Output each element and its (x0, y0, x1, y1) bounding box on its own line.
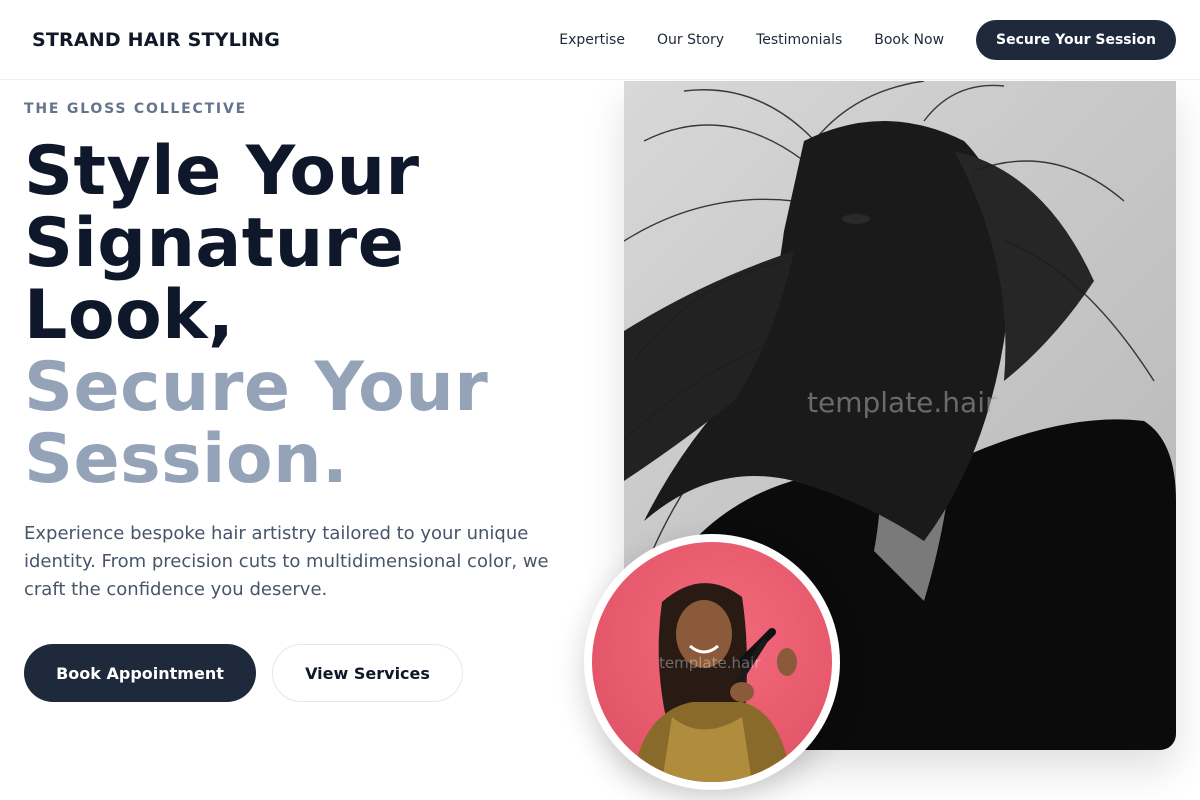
headline-line: Look, (24, 276, 235, 355)
nav-book-now[interactable]: Book Now (874, 32, 944, 48)
brand-logo[interactable]: STRAND HAIR STYLING (32, 29, 280, 51)
headline-line-accent: Session. (24, 420, 349, 499)
site-header: STRAND HAIR STYLING Expertise Our Story … (0, 0, 1200, 80)
nav-expertise[interactable]: Expertise (559, 32, 625, 48)
headline-line-accent: Secure Your (24, 348, 489, 427)
inset-watermark: template.hair (659, 654, 761, 672)
hero-description: Experience bespoke hair artistry tailore… (24, 523, 549, 600)
headline-line: Signature (24, 204, 405, 283)
hero-headline: Style Your Signature Look, Secure Your S… (24, 136, 584, 496)
nav-testimonials[interactable]: Testimonials (756, 32, 842, 48)
book-appointment-button[interactable]: Book Appointment (24, 644, 256, 702)
secure-session-button[interactable]: Secure Your Session (976, 19, 1176, 60)
main-nav: Expertise Our Story Testimonials Book No… (559, 19, 1176, 60)
inset-image: template.hair (592, 542, 832, 782)
nav-our-story[interactable]: Our Story (657, 32, 724, 48)
headline-line: Style Your (24, 132, 420, 211)
hero-eyebrow: THE GLOSS COLLECTIVE (24, 101, 247, 117)
view-services-button[interactable]: View Services (272, 644, 463, 702)
inset-photo-frame: template.hair (584, 534, 840, 790)
hero-watermark: template.hair (807, 386, 997, 419)
